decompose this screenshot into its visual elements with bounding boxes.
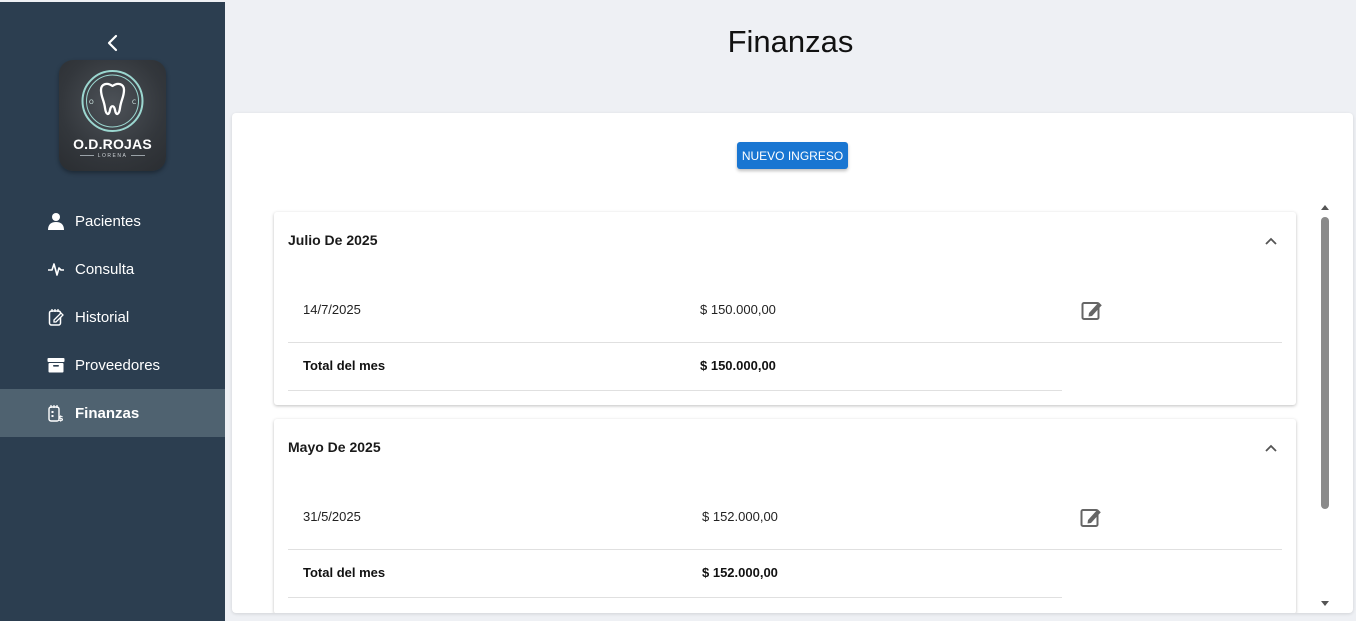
- entry-amount: $ 152.000,00: [702, 509, 778, 524]
- scroll-down-button[interactable]: [1317, 597, 1333, 609]
- edit-icon: [1081, 301, 1103, 320]
- row-divider: [288, 597, 1062, 598]
- archive-box-icon: [47, 356, 65, 374]
- finance-card: NUEVO INGRESO Julio De 2025 14/7/2025 $ …: [232, 113, 1353, 613]
- months-list: Julio De 2025 14/7/2025 $ 150.000,00 Tot…: [274, 212, 1296, 613]
- row-divider: [288, 390, 1062, 391]
- row-divider: [288, 549, 1282, 550]
- pulse-icon: [47, 260, 65, 278]
- scroll-thumb[interactable]: [1321, 217, 1329, 509]
- sidebar-item-label: Proveedores: [75, 356, 161, 374]
- entry-date: 14/7/2025: [303, 302, 361, 317]
- entry-amount: $ 150.000,00: [700, 302, 776, 317]
- svg-text:$: $: [58, 414, 64, 422]
- vertical-scrollbar[interactable]: [1317, 201, 1333, 611]
- tooth-emblem-icon: O C: [81, 70, 144, 132]
- edit-icon: [1080, 508, 1102, 527]
- sidebar-item-historial[interactable]: Historial: [0, 293, 225, 341]
- logo-badge-left: O: [89, 99, 94, 106]
- clinic-logo: O C O.D.ROJAS LORENA: [59, 60, 166, 171]
- sidebar-item-label: Consulta: [75, 260, 135, 278]
- collapse-month-button[interactable]: [1262, 439, 1280, 457]
- logo-badge-right: C: [132, 99, 136, 106]
- sidebar-item-label: Finanzas: [75, 404, 140, 422]
- chevron-left-icon: [107, 34, 118, 52]
- sidebar-item-label: Pacientes: [75, 212, 141, 230]
- row-divider: [288, 342, 1282, 343]
- person-icon: [47, 212, 65, 230]
- new-income-button[interactable]: NUEVO INGRESO: [737, 142, 848, 169]
- sidebar: O C O.D.ROJAS LORENA Pacientes Consulta …: [0, 2, 225, 621]
- collapse-month-button[interactable]: [1262, 232, 1280, 250]
- sidebar-item-proveedores[interactable]: Proveedores: [0, 341, 225, 389]
- sidebar-item-finanzas[interactable]: $ Finanzas: [0, 389, 225, 437]
- chevron-up-icon: [1265, 237, 1277, 245]
- month-title: Julio De 2025: [288, 232, 378, 248]
- chevron-up-icon: [1265, 444, 1277, 452]
- notepad-edit-icon: [47, 308, 65, 326]
- month-total-amount: $ 152.000,00: [702, 565, 778, 580]
- month-total-label: Total del mes: [303, 358, 386, 373]
- month-header[interactable]: Mayo De 2025: [274, 419, 1296, 477]
- logo-subtitle: LORENA: [59, 153, 166, 159]
- month-panel: Julio De 2025 14/7/2025 $ 150.000,00 Tot…: [274, 212, 1296, 405]
- page-title: Finanzas: [727, 24, 854, 59]
- edit-entry-button[interactable]: [1080, 506, 1104, 530]
- scroll-up-button[interactable]: [1317, 201, 1333, 213]
- logo-name: O.D.ROJAS: [73, 136, 152, 152]
- sidebar-nav: Pacientes Consulta Historial Proveedores…: [0, 197, 225, 437]
- entry-date: 31/5/2025: [303, 509, 361, 524]
- month-header[interactable]: Julio De 2025: [274, 212, 1296, 270]
- sidebar-item-consulta[interactable]: Consulta: [0, 245, 225, 293]
- sidebar-item-label: Historial: [75, 308, 130, 326]
- edit-entry-button[interactable]: [1081, 299, 1105, 323]
- caret-up-icon: [1321, 204, 1329, 210]
- collapse-sidebar-button[interactable]: [100, 30, 126, 56]
- month-total-label: Total del mes: [303, 565, 386, 580]
- month-title: Mayo De 2025: [288, 439, 381, 455]
- month-total-amount: $ 150.000,00: [700, 358, 776, 373]
- month-panel: Mayo De 2025 31/5/2025 $ 152.000,00 Tota…: [274, 419, 1296, 613]
- caret-down-icon: [1321, 600, 1329, 606]
- sidebar-item-pacientes[interactable]: Pacientes: [0, 197, 225, 245]
- finance-calculator-icon: $: [47, 404, 65, 422]
